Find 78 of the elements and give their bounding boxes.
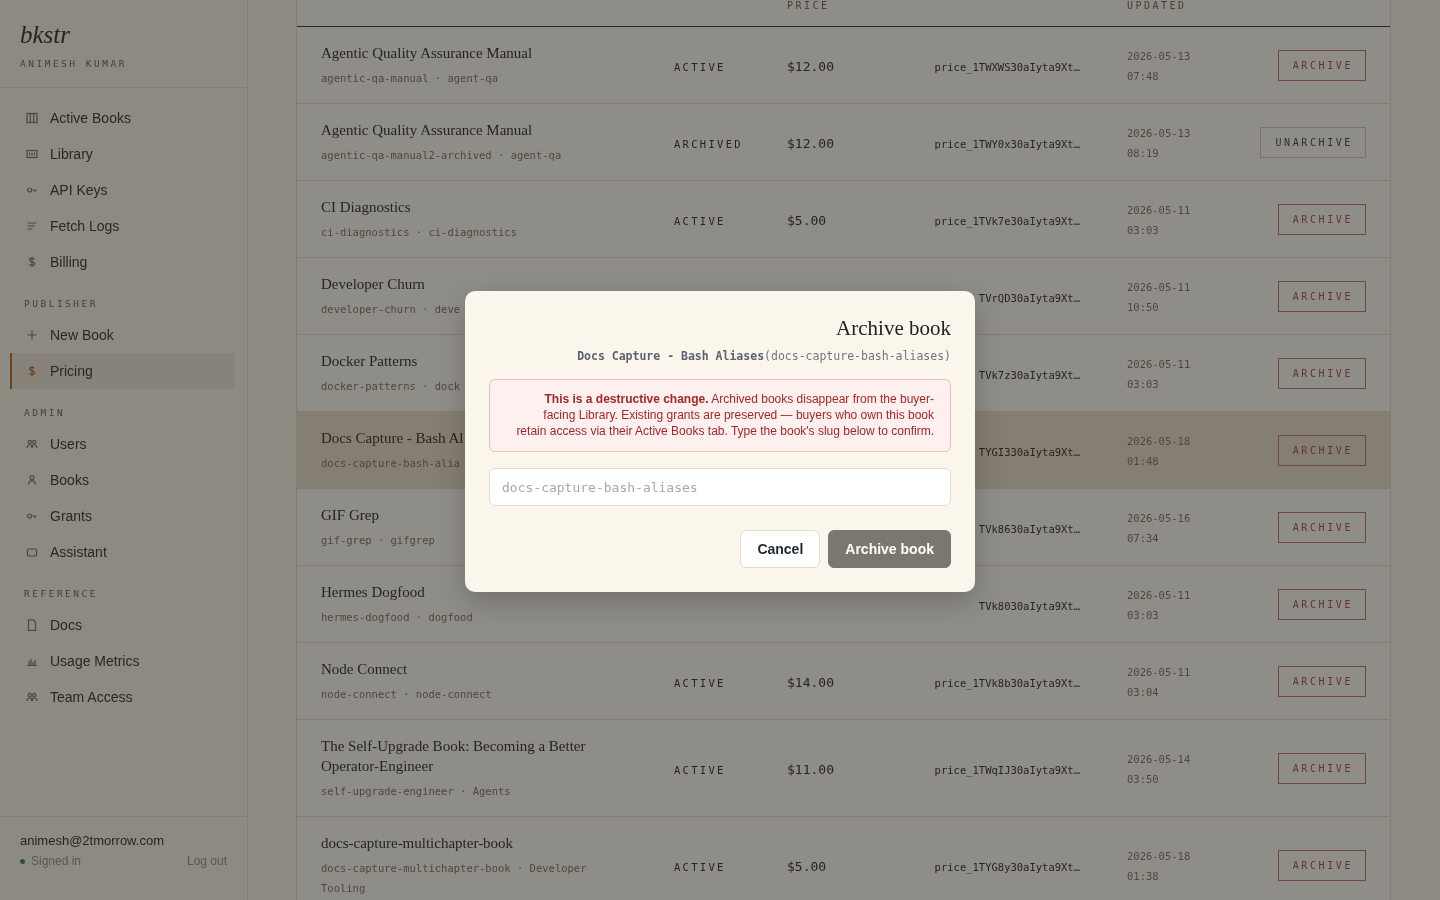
user-email: animesh@2tmorrow.com bbox=[20, 833, 165, 848]
price-id: price_1TWY0x30aIyta9Xt… bbox=[934, 137, 1080, 150]
price-id: price_1TVk8b30aIyta9Xt… bbox=[934, 676, 1080, 689]
status-text: ACTIVE bbox=[674, 763, 726, 776]
price-text: $11.00 bbox=[787, 761, 834, 777]
book-reference: Docs Capture - Bash Aliases(docs-capture-bash-aliases) bbox=[576, 349, 951, 363]
section-label: ADMIN bbox=[23, 406, 67, 420]
price-id: TVk7z30aIyta9Xt… bbox=[978, 368, 1080, 381]
book-title: CI Diagnostics bbox=[321, 198, 411, 217]
price-id: TVk8630aIyta9Xt… bbox=[978, 522, 1080, 535]
updated-date: 2026-05-16 bbox=[1127, 510, 1192, 526]
price-text: $14.00 bbox=[787, 674, 834, 690]
status-text: ACTIVE bbox=[674, 676, 726, 689]
book-slug: docker-patterns · dock bbox=[321, 379, 461, 394]
section-label: REFERENCE bbox=[23, 587, 99, 601]
price-text: $5.00 bbox=[787, 858, 827, 874]
warning-message: This is a destructive change. Archived books disappear from the buyer-facing Library. Existing grants are preserved — buyers who own this book retain access via their Active Books tab. Type the book's slug below to confirm. bbox=[489, 379, 951, 452]
price-id: TVk8030aIyta9Xt… bbox=[978, 599, 1080, 612]
updated-date: 2026-05-11 bbox=[1127, 356, 1192, 372]
book-slug: gif-grep · gifgrep bbox=[321, 533, 435, 548]
book-title: The Self-Upgrade Book: Becoming a Better Operator-Engineer bbox=[321, 737, 587, 776]
price-text: $5.00 bbox=[787, 212, 827, 228]
price-id: price_1TVk7e30aIyta9Xt… bbox=[934, 214, 1080, 227]
updated-date: 2026-05-11 bbox=[1127, 587, 1192, 603]
dialog-title: Archive book bbox=[835, 315, 951, 341]
price-id: TVrQD30aIyta9Xt… bbox=[978, 291, 1080, 304]
book-slug: developer-churn · deve bbox=[321, 302, 461, 317]
updated-time: 03:04 bbox=[1127, 684, 1160, 700]
updated-date: 2026-05-11 bbox=[1127, 279, 1192, 295]
updated-time: 10:50 bbox=[1127, 299, 1160, 315]
book-slug: docs-capture-multichapter-book · Developer Tooling bbox=[321, 861, 588, 896]
column-header: PRICE bbox=[787, 0, 831, 11]
book-slug: self-upgrade-engineer · Agents bbox=[321, 784, 511, 799]
book-title: Agentic Quality Assurance Manual bbox=[321, 121, 533, 140]
book-slug: docs-capture-bash-alia bbox=[321, 456, 461, 471]
updated-date: 2026-05-11 bbox=[1127, 664, 1192, 680]
updated-time: 07:34 bbox=[1127, 530, 1160, 546]
status-text: ACTIVE bbox=[674, 860, 726, 873]
price-id: price_1TWqIJ30aIyta9Xt… bbox=[934, 763, 1080, 776]
updated-date: 2026-05-13 bbox=[1127, 125, 1192, 141]
logo: bkstr bbox=[20, 20, 71, 50]
updated-time: 03:03 bbox=[1127, 607, 1160, 623]
book-title: Docs Capture - Bash Al bbox=[321, 429, 464, 448]
updated-time: 03:50 bbox=[1127, 771, 1160, 787]
updated-date: 2026-05-11 bbox=[1127, 202, 1192, 218]
account-name: ANIMESH KUMAR bbox=[20, 58, 128, 69]
book-slug: hermes-dogfood · dogfood bbox=[321, 610, 473, 625]
book-title: Hermes Dogfood bbox=[321, 583, 425, 602]
updated-date: 2026-05-13 bbox=[1127, 48, 1192, 64]
book-slug: node-connect · node-connect bbox=[321, 687, 492, 702]
updated-time: 03:03 bbox=[1127, 376, 1160, 392]
updated-date: 2026-05-18 bbox=[1127, 848, 1192, 864]
book-slug: ci-diagnostics · ci-diagnostics bbox=[321, 225, 517, 240]
book-title: GIF Grep bbox=[321, 506, 379, 525]
updated-time: 07:48 bbox=[1127, 68, 1160, 84]
book-slug: agentic-qa-manual · agent-qa bbox=[321, 71, 498, 86]
book-title: Docker Patterns bbox=[321, 352, 418, 371]
updated-date: 2026-05-18 bbox=[1127, 433, 1192, 449]
updated-time: 01:38 bbox=[1127, 868, 1160, 884]
book-title: Agentic Quality Assurance Manual bbox=[321, 44, 533, 63]
price-id: price_1TWXWS30aIyta9Xt… bbox=[934, 60, 1080, 73]
updated-date: 2026-05-14 bbox=[1127, 751, 1192, 767]
updated-time: 01:48 bbox=[1127, 453, 1160, 469]
status-text: ARCHIVED bbox=[674, 137, 743, 150]
book-slug: agentic-qa-manual2-archived · agent-qa bbox=[321, 148, 562, 163]
book-title: docs-capture-multichapter-book bbox=[321, 834, 514, 853]
price-text: $12.00 bbox=[787, 135, 834, 151]
updated-time: 03:03 bbox=[1127, 222, 1160, 238]
updated-time: 08:19 bbox=[1127, 145, 1160, 161]
price-id: TYGI330aIyta9Xt… bbox=[978, 445, 1080, 458]
status-text: ACTIVE bbox=[674, 60, 726, 73]
price-id: price_1TYG8y30aIyta9Xt… bbox=[934, 860, 1080, 873]
column-header: UPDATED bbox=[1127, 0, 1188, 11]
status-text: ACTIVE bbox=[674, 214, 726, 227]
book-title: Node Connect bbox=[321, 660, 408, 679]
book-title: Developer Churn bbox=[321, 275, 425, 294]
price-text: $12.00 bbox=[787, 58, 834, 74]
section-label: PUBLISHER bbox=[23, 297, 99, 311]
